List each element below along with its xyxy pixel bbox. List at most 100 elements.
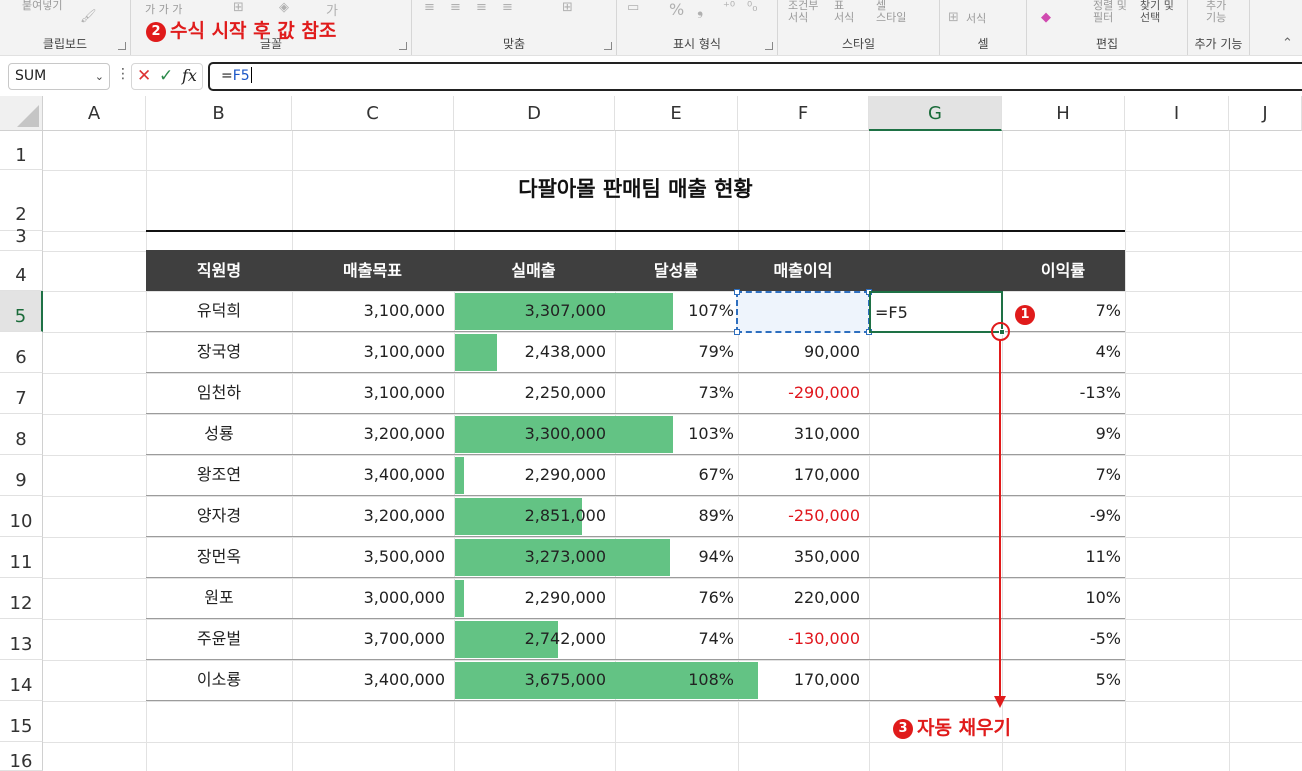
cell-target[interactable]: 3,500,000 [292, 537, 453, 577]
cell-margin[interactable]: -13% [1001, 373, 1125, 413]
column-header-i[interactable]: I [1125, 96, 1229, 131]
cell-profit[interactable]: 170,000 [738, 455, 868, 495]
column-header-c[interactable]: C [292, 96, 454, 131]
cell-profit[interactable]: 220,000 [738, 578, 868, 618]
cell-target[interactable]: 3,700,000 [292, 619, 453, 659]
cell-rate[interactable]: 74% [614, 619, 738, 659]
indent-icon[interactable]: ≡ [502, 0, 513, 15]
row-header-9[interactable]: 9 [0, 455, 43, 496]
cell-target[interactable]: 3,200,000 [292, 496, 453, 536]
align-right-icon[interactable]: ≡ [476, 0, 487, 15]
cell-profit[interactable]: 170,000 [738, 660, 868, 700]
cell-rate[interactable]: 67% [614, 455, 738, 495]
cell-target[interactable]: 3,000,000 [292, 578, 453, 618]
cell-margin[interactable]: 7% [1001, 455, 1125, 495]
cell-format-icon[interactable]: ⊞ [948, 10, 959, 25]
cell-margin[interactable]: 5% [1001, 660, 1125, 700]
cell-target[interactable]: 3,400,000 [292, 455, 453, 495]
paste-label[interactable]: 붙여넣기 [22, 0, 62, 12]
cell-rate[interactable]: 103% [614, 414, 738, 454]
row-header-14[interactable]: 14 [0, 660, 43, 701]
row-header-16[interactable]: 16 [0, 742, 43, 771]
cell-profit[interactable]: 310,000 [738, 414, 868, 454]
find-select-button[interactable]: 찾기 및 선택 [1140, 0, 1174, 24]
cell-margin[interactable]: 10% [1001, 578, 1125, 618]
cell-rate[interactable]: 76% [614, 578, 738, 618]
align-center-icon[interactable]: ≡ [450, 0, 461, 15]
comma-style-icon[interactable]: ❟ [697, 0, 703, 20]
header-margin[interactable]: 이익률 [1001, 250, 1125, 291]
cell-rate[interactable]: 89% [614, 496, 738, 536]
enter-icon[interactable]: ✓ [159, 66, 173, 86]
addins-button[interactable]: 추가 기능 [1206, 0, 1226, 24]
sheet-title[interactable]: 다팔아몰 판매팀 매출 현황 [146, 173, 1125, 203]
cell-name[interactable]: 원포 [146, 578, 292, 618]
cell-rate[interactable]: 73% [614, 373, 738, 413]
cell-profit[interactable]: -250,000 [738, 496, 868, 536]
row-header-12[interactable]: 12 [0, 578, 43, 619]
cell-margin[interactable]: 9% [1001, 414, 1125, 454]
formula-input[interactable]: =F5 [208, 62, 1302, 91]
cell-name[interactable]: 장국영 [146, 332, 292, 372]
cell-margin[interactable]: 11% [1001, 537, 1125, 577]
row-header-13[interactable]: 13 [0, 619, 43, 660]
cell-profit[interactable]: 350,000 [738, 537, 868, 577]
cell-rate[interactable]: 108% [614, 660, 738, 700]
cell-styles-button[interactable]: 셀 스타일 [876, 0, 906, 24]
cell-profit[interactable]: 90,000 [738, 332, 868, 372]
conditional-format-button[interactable]: 조건부 서식 [788, 0, 818, 24]
column-header-d[interactable]: D [454, 96, 615, 131]
alignment-launcher-icon[interactable] [604, 42, 612, 50]
cell-margin[interactable]: 4% [1001, 332, 1125, 372]
cell-name[interactable]: 임천하 [146, 373, 292, 413]
accounting-format-icon[interactable]: ▭ [627, 0, 639, 15]
cell-rate[interactable]: 107% [614, 291, 738, 331]
active-cell-g5[interactable]: =F5 [869, 291, 1005, 335]
header-profit[interactable]: 매출이익 [738, 250, 868, 291]
sort-filter-button[interactable]: 정렬 및 필터 [1093, 0, 1127, 24]
worksheet-grid[interactable]: ABCDEFGHIJ 1 2 3 4 5 6 7 8 9 10 11 12 13 14 15 16 다팔아몰 … [0, 96, 1302, 771]
row-header-3[interactable]: 3 [0, 228, 43, 251]
cell-profit[interactable]: -130,000 [738, 619, 868, 659]
header-rate[interactable]: 달성률 [614, 250, 738, 291]
cell-rate[interactable]: 94% [614, 537, 738, 577]
clear-eraser-icon[interactable]: ◆ [1041, 10, 1051, 25]
clipboard-launcher-icon[interactable] [118, 42, 126, 50]
cancel-icon[interactable]: ✕ [137, 66, 151, 86]
font-launcher-icon[interactable] [399, 42, 407, 50]
format-as-table-button[interactable]: 표 서식 [834, 0, 854, 24]
row-header-5[interactable]: 5 [0, 291, 43, 332]
chevron-down-icon[interactable]: ⌄ [95, 64, 104, 89]
cell-actual[interactable]: 2,290,000 [453, 578, 614, 618]
cell-actual[interactable]: 3,300,000 [453, 414, 614, 454]
column-header-b[interactable]: B [146, 96, 292, 131]
borders-icon[interactable]: ⊞ [233, 0, 244, 15]
column-header-a[interactable]: A [43, 96, 146, 131]
cell-name[interactable]: 주윤벌 [146, 619, 292, 659]
cell-name[interactable]: 왕조연 [146, 455, 292, 495]
select-all-button[interactable] [0, 96, 43, 131]
decrease-decimal-icon[interactable]: ⁰₀ [747, 0, 757, 15]
percent-icon[interactable]: % [669, 0, 684, 19]
row-header-4[interactable]: 4 [0, 251, 43, 291]
format-painter-icon[interactable]: 🖌 [80, 9, 97, 24]
column-header-g[interactable]: G [869, 96, 1002, 131]
cell-rate[interactable]: 79% [614, 332, 738, 372]
cell-actual[interactable]: 3,307,000 [453, 291, 614, 331]
header-target[interactable]: 매출목표 [292, 250, 453, 291]
cell-name[interactable]: 장먼옥 [146, 537, 292, 577]
row-header-8[interactable]: 8 [0, 414, 43, 455]
name-box[interactable]: SUM ⌄ [8, 63, 110, 90]
insert-function-icon[interactable]: fx [182, 66, 197, 85]
merge-icon[interactable]: ⊞ [562, 0, 573, 15]
cell-margin[interactable]: -9% [1001, 496, 1125, 536]
row-header-10[interactable]: 10 [0, 496, 43, 537]
cell-actual[interactable]: 3,675,000 [453, 660, 614, 700]
row-header-2[interactable]: 2 [0, 170, 43, 231]
cell-actual[interactable]: 2,851,000 [453, 496, 614, 536]
row-header-1[interactable]: 1 [0, 131, 43, 170]
cell-format-button[interactable]: 서식 [966, 13, 986, 25]
row-header-7[interactable]: 7 [0, 373, 43, 414]
column-header-h[interactable]: H [1002, 96, 1125, 131]
header-actual[interactable]: 실매출 [453, 250, 614, 291]
